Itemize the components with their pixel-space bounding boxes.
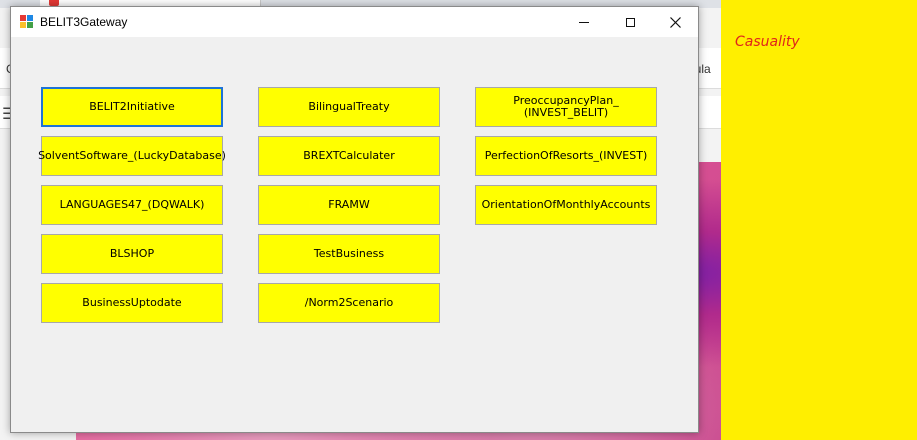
window-titlebar[interactable]: BELIT3Gateway	[11, 7, 698, 37]
blshop-button[interactable]: BLSHOP	[41, 234, 223, 274]
businessuptodate-button[interactable]: BusinessUptodate	[41, 283, 223, 323]
perfectionofresorts-button[interactable]: PerfectionOfResorts_(INVEST)	[475, 136, 657, 176]
close-icon	[669, 16, 681, 28]
minimize-button[interactable]	[561, 7, 607, 37]
languages47-button[interactable]: LANGUAGES47_(DQWALK)	[41, 185, 223, 225]
brextcalculater-button[interactable]: BREXTCalculater	[258, 136, 440, 176]
belit2initiative-button[interactable]: BELIT2Initiative	[41, 87, 223, 127]
minimize-icon	[579, 21, 589, 23]
orientationofmonthlyaccounts-button[interactable]: OrientationOfMonthlyAccounts	[475, 185, 657, 225]
norm2scenario-button[interactable]: /Norm2Scenario	[258, 283, 440, 323]
preoccupancyplan-button[interactable]: PreoccupancyPlan_ (INVEST_BELIT)	[475, 87, 657, 127]
window-title: BELIT3Gateway	[40, 15, 128, 29]
close-button[interactable]	[652, 7, 698, 37]
framw-button[interactable]: FRAMW	[258, 185, 440, 225]
solventsoftware-button[interactable]: SolventSoftware_(LuckyDatabase)	[38, 136, 226, 176]
maximize-button[interactable]	[607, 7, 653, 37]
side-panel-label: Casuality	[735, 34, 800, 50]
window-client-area: BELIT2Initiative SolventSoftware_(LuckyD…	[11, 37, 698, 432]
belit3gateway-window: BELIT3Gateway BELIT2Initiative SolventSo…	[10, 6, 699, 433]
bilingualtreaty-button[interactable]: BilingualTreaty	[258, 87, 440, 127]
app-icon	[20, 15, 33, 28]
maximize-icon	[625, 17, 635, 27]
side-panel: Casuality	[721, 0, 917, 440]
testbusiness-button[interactable]: TestBusiness	[258, 234, 440, 274]
